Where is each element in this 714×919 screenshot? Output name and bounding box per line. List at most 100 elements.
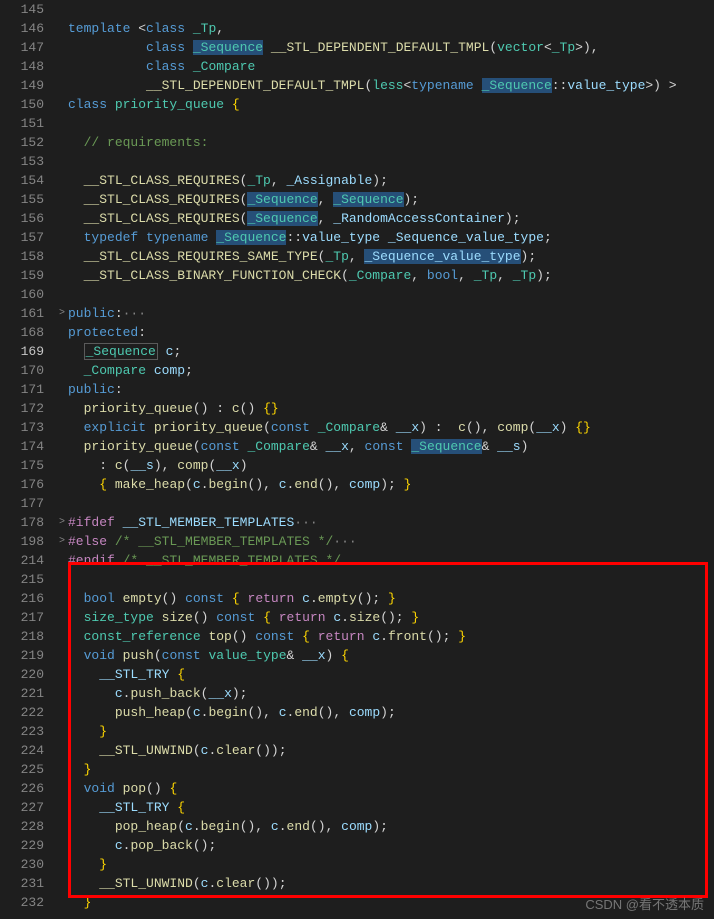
- watermark-text: CSDN @看不透本质: [585, 894, 704, 913]
- code-line[interactable]: _Sequence c;: [68, 342, 714, 361]
- line-number-gutter: 145 146 147 148 149 150 151 152 153 154 …: [0, 0, 56, 912]
- code-line[interactable]: template <class _Tp,: [68, 19, 714, 38]
- code-line[interactable]: #ifdef __STL_MEMBER_TEMPLATES···: [68, 513, 714, 532]
- line-number: 151: [0, 114, 44, 133]
- code-editor[interactable]: 145 146 147 148 149 150 151 152 153 154 …: [0, 0, 714, 912]
- code-line[interactable]: void push(const value_type& __x) {: [68, 646, 714, 665]
- fold-column: > > >: [56, 0, 68, 912]
- code-line[interactable]: : c(__s), comp(__x): [68, 456, 714, 475]
- line-number: 219: [0, 646, 44, 665]
- line-number: 227: [0, 798, 44, 817]
- code-line[interactable]: __STL_TRY {: [68, 798, 714, 817]
- code-line[interactable]: typedef typename _Sequence::value_type _…: [68, 228, 714, 247]
- code-line[interactable]: class _Sequence __STL_DEPENDENT_DEFAULT_…: [68, 38, 714, 57]
- code-line[interactable]: __STL_CLASS_BINARY_FUNCTION_CHECK(_Compa…: [68, 266, 714, 285]
- code-line[interactable]: // requirements:: [68, 133, 714, 152]
- line-number: 177: [0, 494, 44, 513]
- code-line[interactable]: void pop() {: [68, 779, 714, 798]
- line-number: 231: [0, 874, 44, 893]
- code-line[interactable]: #endif /* __STL_MEMBER_TEMPLATES */: [68, 551, 714, 570]
- line-number: 156: [0, 209, 44, 228]
- code-line[interactable]: }: [68, 722, 714, 741]
- line-number: 198: [0, 532, 44, 551]
- code-line[interactable]: push_heap(c.begin(), c.end(), comp);: [68, 703, 714, 722]
- line-number: 222: [0, 703, 44, 722]
- code-line[interactable]: pop_heap(c.begin(), c.end(), comp);: [68, 817, 714, 836]
- code-line[interactable]: size_type size() const { return c.size()…: [68, 608, 714, 627]
- line-number-active: 169: [0, 342, 44, 361]
- code-line[interactable]: __STL_CLASS_REQUIRES(_Sequence, _RandomA…: [68, 209, 714, 228]
- line-number: 230: [0, 855, 44, 874]
- line-number: 218: [0, 627, 44, 646]
- line-number: 229: [0, 836, 44, 855]
- line-number: 220: [0, 665, 44, 684]
- code-line[interactable]: __STL_DEPENDENT_DEFAULT_TMPL(less<typena…: [68, 76, 714, 95]
- code-line[interactable]: __STL_CLASS_REQUIRES(_Tp, _Assignable);: [68, 171, 714, 190]
- code-line[interactable]: #else /* __STL_MEMBER_TEMPLATES */···: [68, 532, 714, 551]
- code-line[interactable]: class _Compare: [68, 57, 714, 76]
- code-line[interactable]: { make_heap(c.begin(), c.end(), comp); }: [68, 475, 714, 494]
- code-line[interactable]: const_reference top() const { return c.f…: [68, 627, 714, 646]
- line-number: 145: [0, 0, 44, 19]
- line-number: 232: [0, 893, 44, 912]
- code-line[interactable]: [68, 0, 714, 19]
- code-line[interactable]: __STL_CLASS_REQUIRES(_Sequence, _Sequenc…: [68, 190, 714, 209]
- line-number: 146: [0, 19, 44, 38]
- line-number: 173: [0, 418, 44, 437]
- line-number: 226: [0, 779, 44, 798]
- line-number: 161: [0, 304, 44, 323]
- line-number: 175: [0, 456, 44, 475]
- code-line[interactable]: }: [68, 855, 714, 874]
- line-number: 174: [0, 437, 44, 456]
- line-number: 160: [0, 285, 44, 304]
- code-line[interactable]: bool empty() const { return c.empty(); }: [68, 589, 714, 608]
- code-line[interactable]: [68, 152, 714, 171]
- fold-chevron-icon[interactable]: >: [56, 513, 68, 532]
- code-line[interactable]: priority_queue(const _Compare& __x, cons…: [68, 437, 714, 456]
- line-number: 168: [0, 323, 44, 342]
- line-number: 154: [0, 171, 44, 190]
- code-line[interactable]: __STL_UNWIND(c.clear());: [68, 741, 714, 760]
- line-number: 224: [0, 741, 44, 760]
- line-number: 228: [0, 817, 44, 836]
- code-line[interactable]: explicit priority_queue(const _Compare& …: [68, 418, 714, 437]
- line-number: 159: [0, 266, 44, 285]
- code-line[interactable]: [68, 570, 714, 589]
- code-line[interactable]: priority_queue() : c() {}: [68, 399, 714, 418]
- line-number: 149: [0, 76, 44, 95]
- line-number: 172: [0, 399, 44, 418]
- line-number: 216: [0, 589, 44, 608]
- line-number: 223: [0, 722, 44, 741]
- code-line[interactable]: [68, 494, 714, 513]
- line-number: 217: [0, 608, 44, 627]
- code-line[interactable]: protected:: [68, 323, 714, 342]
- code-line[interactable]: class priority_queue {: [68, 95, 714, 114]
- code-line[interactable]: }: [68, 760, 714, 779]
- line-number: 221: [0, 684, 44, 703]
- code-line[interactable]: __STL_UNWIND(c.clear());: [68, 874, 714, 893]
- line-number: 152: [0, 133, 44, 152]
- code-line[interactable]: [68, 285, 714, 304]
- code-line[interactable]: c.pop_back();: [68, 836, 714, 855]
- code-line[interactable]: [68, 114, 714, 133]
- code-line[interactable]: public:···: [68, 304, 714, 323]
- line-number: 158: [0, 247, 44, 266]
- line-number: 225: [0, 760, 44, 779]
- line-number: 153: [0, 152, 44, 171]
- line-number: 170: [0, 361, 44, 380]
- fold-chevron-icon[interactable]: >: [56, 304, 68, 323]
- code-line[interactable]: __STL_TRY {: [68, 665, 714, 684]
- code-line[interactable]: _Compare comp;: [68, 361, 714, 380]
- line-number: 155: [0, 190, 44, 209]
- fold-chevron-icon[interactable]: >: [56, 532, 68, 551]
- line-number: 150: [0, 95, 44, 114]
- code-line[interactable]: c.push_back(__x);: [68, 684, 714, 703]
- code-line[interactable]: public:: [68, 380, 714, 399]
- line-number: 147: [0, 38, 44, 57]
- code-area[interactable]: template <class _Tp, class _Sequence __S…: [68, 0, 714, 912]
- line-number: 171: [0, 380, 44, 399]
- line-number: 176: [0, 475, 44, 494]
- line-number: 148: [0, 57, 44, 76]
- line-number: 157: [0, 228, 44, 247]
- code-line[interactable]: __STL_CLASS_REQUIRES_SAME_TYPE(_Tp, _Seq…: [68, 247, 714, 266]
